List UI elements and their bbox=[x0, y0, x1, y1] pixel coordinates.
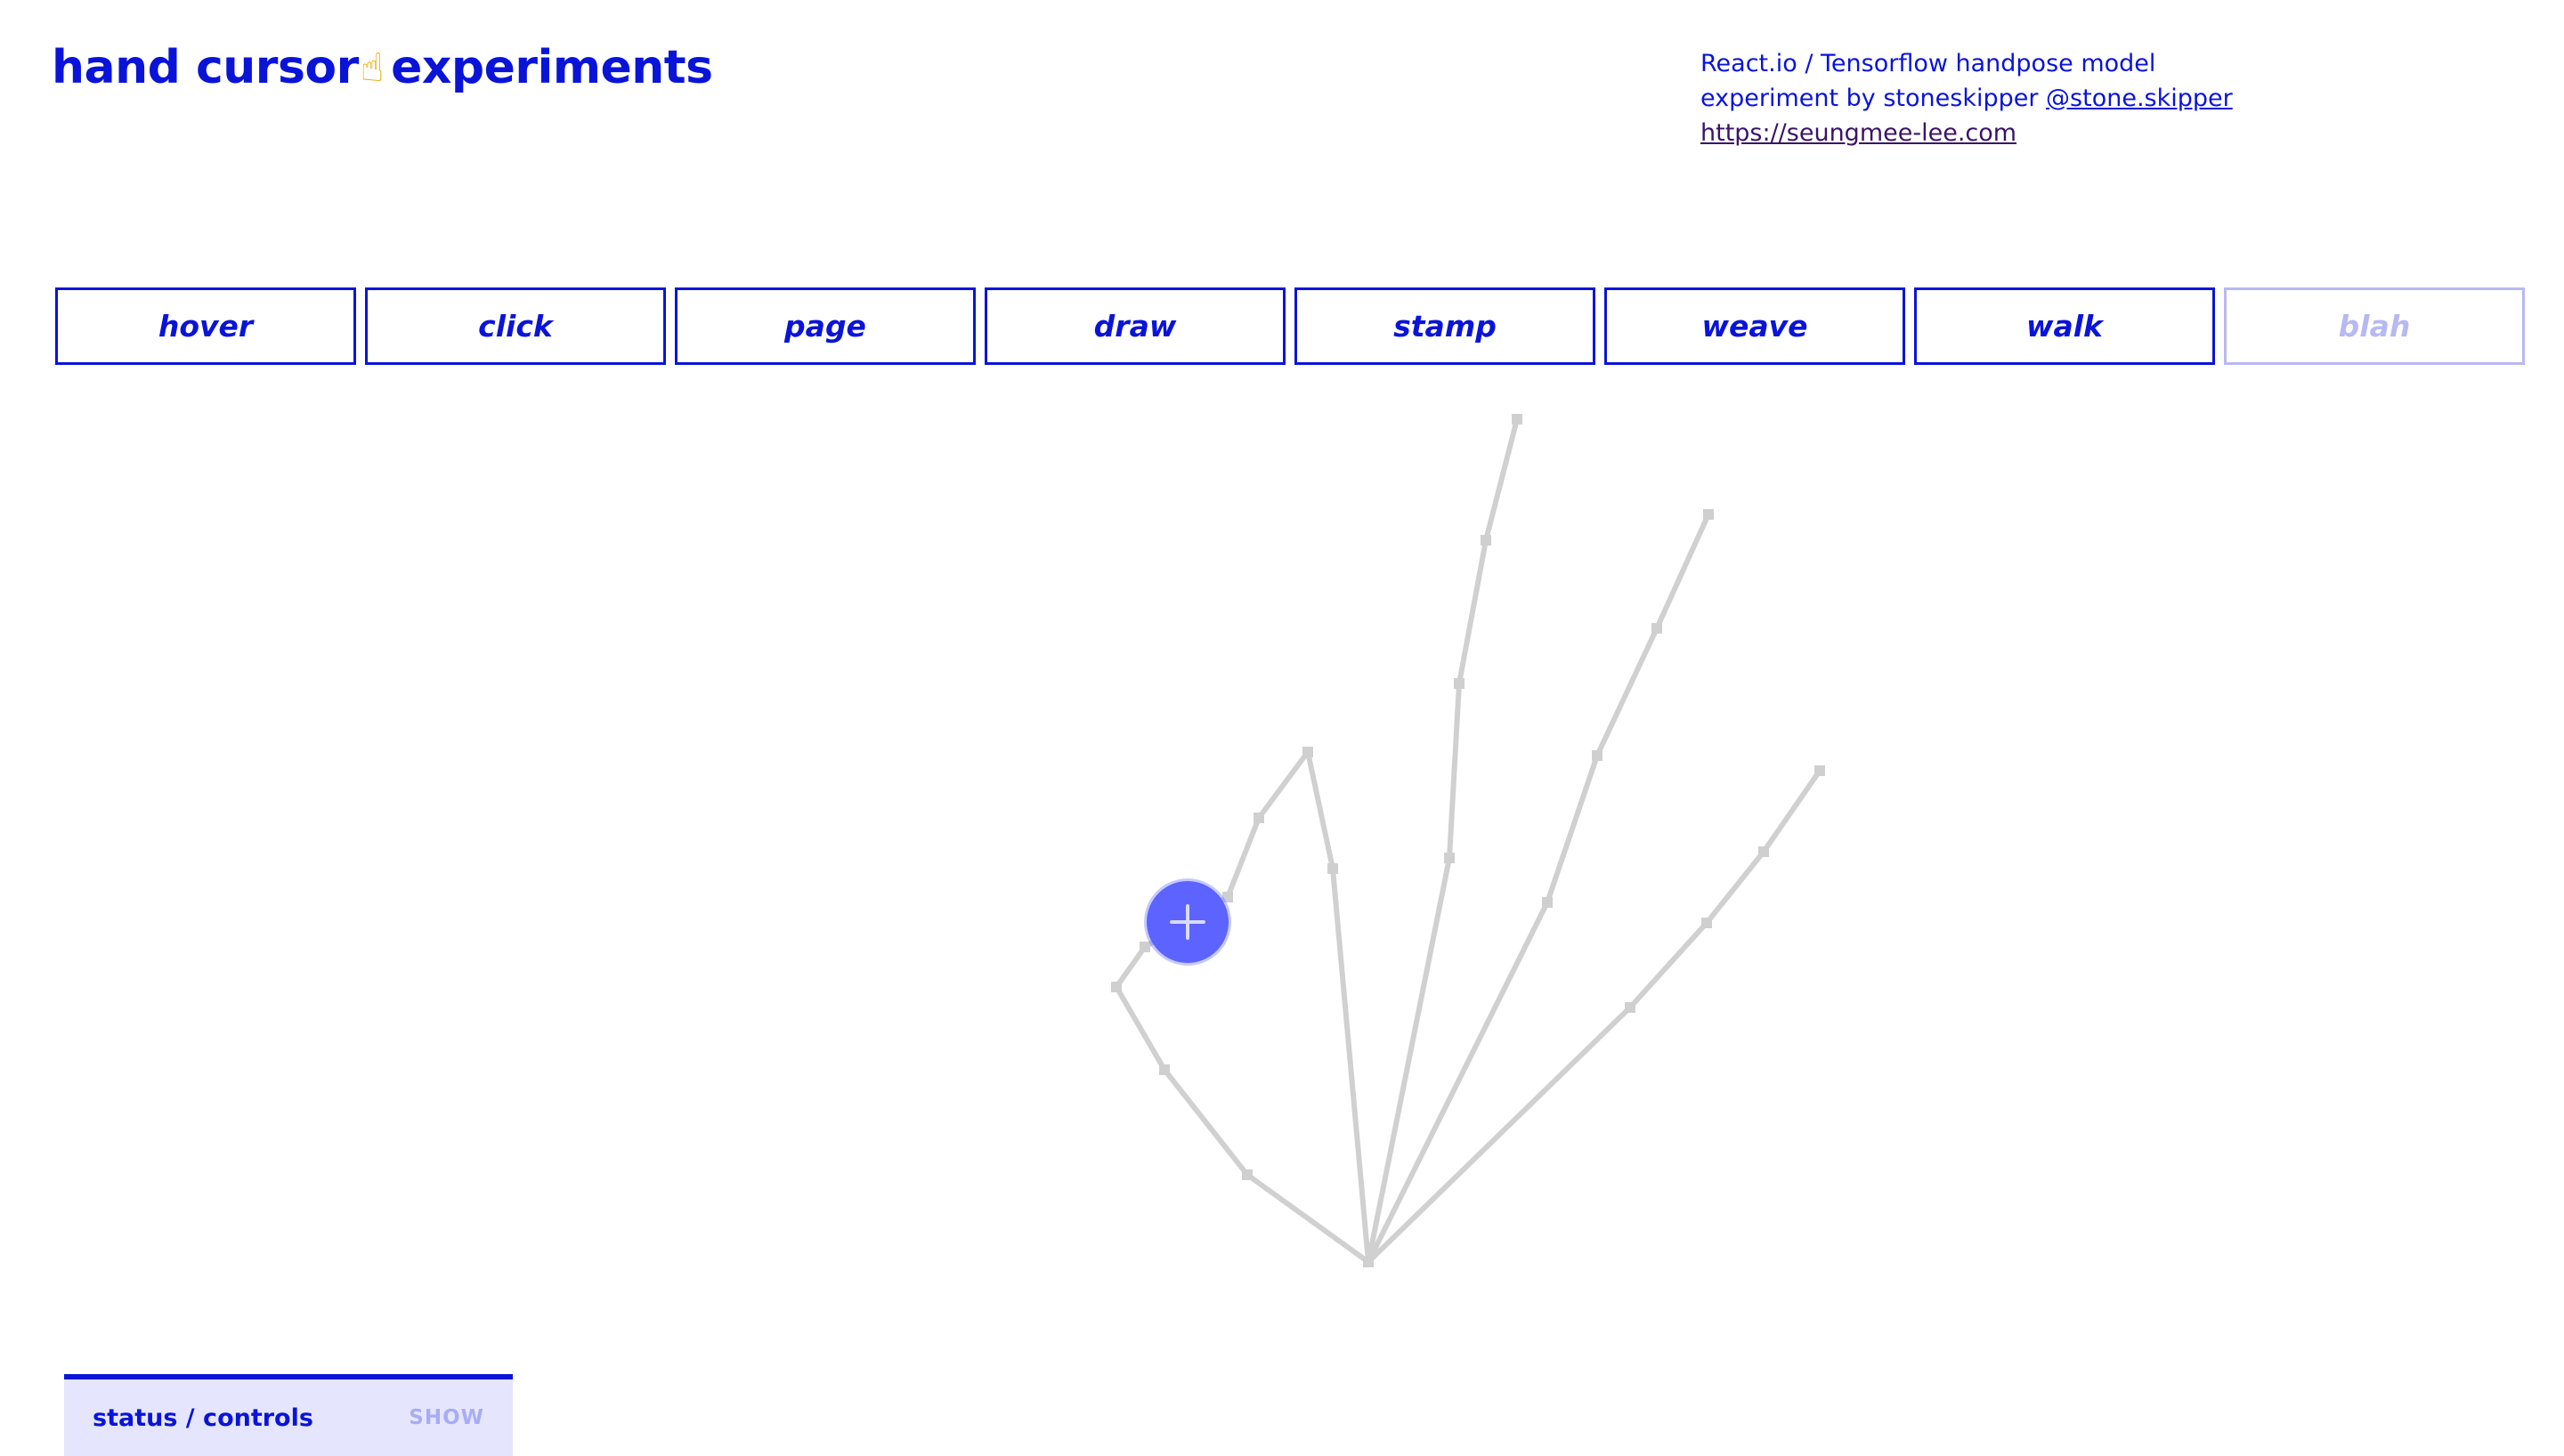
hand-skeleton bbox=[1111, 414, 1825, 1267]
keypoint bbox=[1758, 846, 1769, 857]
keypoint bbox=[1592, 750, 1602, 761]
keypoint bbox=[1625, 1002, 1635, 1013]
keypoint bbox=[1444, 853, 1455, 863]
keypoint bbox=[1222, 892, 1233, 902]
keypoint bbox=[1814, 765, 1825, 776]
keypoint bbox=[1512, 414, 1522, 425]
keypoint bbox=[1651, 623, 1662, 634]
keypoint bbox=[1327, 863, 1338, 874]
keypoint bbox=[1701, 918, 1712, 928]
keypoint bbox=[1159, 1064, 1170, 1075]
keypoint bbox=[1254, 813, 1264, 823]
status-controls-panel: status / controls SHOW bbox=[64, 1374, 513, 1456]
keypoint bbox=[1542, 897, 1553, 908]
status-panel-label: status / controls bbox=[93, 1403, 313, 1432]
keypoint bbox=[1302, 747, 1313, 757]
show-toggle-button[interactable]: SHOW bbox=[409, 1406, 484, 1429]
keypoint bbox=[1140, 942, 1150, 952]
keypoint bbox=[1454, 678, 1465, 689]
index-finger-bone bbox=[1305, 749, 1371, 1265]
keypoint bbox=[1242, 1169, 1253, 1180]
hand-cursor bbox=[1147, 881, 1229, 963]
keypoint bbox=[1111, 982, 1122, 992]
thumb-bone bbox=[1114, 749, 1371, 1265]
plus-icon bbox=[1170, 904, 1205, 940]
keypoint bbox=[1481, 535, 1491, 546]
keypoint bbox=[1703, 509, 1714, 520]
page: hand cursor ☝ experiments React.io / Ten… bbox=[0, 0, 2564, 1456]
pinky-finger-bone bbox=[1366, 768, 1822, 1265]
keypoint bbox=[1363, 1257, 1374, 1267]
